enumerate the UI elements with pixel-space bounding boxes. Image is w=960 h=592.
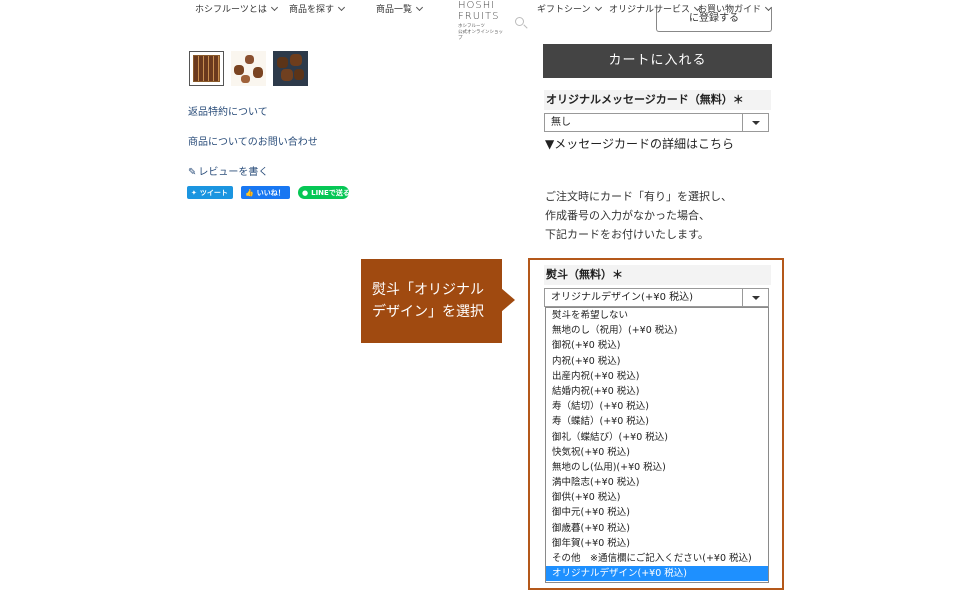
chevron-down-icon: [594, 3, 602, 11]
write-review-link[interactable]: ✎ レビューを書く: [188, 163, 268, 178]
tweet-button[interactable]: ✦ ツイート: [187, 186, 233, 199]
top-nav: ホシフルーツとは 商品を探す 商品一覧 HOSHI FRUITS ホシフルーツ …: [0, 0, 960, 42]
dropdown-option[interactable]: 御中元(+¥0 税込): [546, 505, 768, 520]
return-policy-link[interactable]: 返品特約について: [188, 103, 268, 118]
dropdown-option[interactable]: 寿（結切）(+¥0 税込): [546, 399, 768, 414]
message-card-label: オリジナルメッセージカード（無料）＊: [544, 90, 771, 110]
noshi-select[interactable]: オリジナルデザイン(+¥0 税込): [544, 288, 769, 307]
dropdown-option[interactable]: 内祝(+¥0 税込): [546, 354, 768, 369]
dropdown-option[interactable]: 無地のし（祝用）(+¥0 税込): [546, 323, 768, 338]
line-share-button[interactable]: ● LINEで送る: [298, 186, 350, 199]
dropdown-option[interactable]: 御供(+¥0 税込): [546, 490, 768, 505]
chevron-down-icon: [337, 3, 346, 11]
dropdown-option[interactable]: 快気祝(+¥0 税込): [546, 445, 768, 460]
dropdown-option[interactable]: 御歳暮(+¥0 税込): [546, 521, 768, 536]
noshi-label: 熨斗（無料）＊: [544, 265, 771, 285]
thumbs-up-icon: 👍: [245, 188, 254, 197]
message-card-note: ご注文時にカード「有り」を選択し、 作成番号の入力がなかった場合、 下記カードを…: [545, 190, 732, 241]
add-to-cart-button[interactable]: カートに入れる: [543, 44, 772, 78]
pencil-icon: ✎: [188, 167, 197, 178]
dropdown-option[interactable]: その他 ※通信欄にご記入ください(+¥0 税込): [546, 551, 768, 566]
dropdown-option[interactable]: 御礼（蝶結び）(+¥0 税込): [546, 430, 768, 445]
callout-arrow: [501, 288, 515, 312]
dropdown-option-selected[interactable]: オリジナルデザイン(+¥0 税込): [546, 566, 768, 582]
dropdown-option[interactable]: 結婚内祝(+¥0 税込): [546, 384, 768, 399]
message-card-detail-link[interactable]: ▼メッセージカードの詳細はこちら: [545, 135, 734, 152]
product-thumbnail[interactable]: [231, 51, 266, 86]
register-button[interactable]: に登録する: [656, 8, 772, 32]
site-logo[interactable]: HOSHI FRUITS ホシフルーツ 公式オンラインショップ: [458, 0, 504, 42]
nav-item-product-list[interactable]: 商品一覧: [376, 2, 424, 15]
dropdown-option[interactable]: 熨斗を希望しない: [546, 308, 768, 323]
search-icon[interactable]: [514, 16, 528, 30]
twitter-icon: ✦: [191, 188, 197, 197]
dropdown-option[interactable]: 御祝(+¥0 税込): [546, 338, 768, 353]
line-icon: ●: [302, 188, 309, 197]
chevron-down-icon: [742, 289, 768, 306]
noshi-dropdown-list: 熨斗を希望しない 無地のし（祝用）(+¥0 税込) 御祝(+¥0 税込) 内祝(…: [545, 307, 769, 583]
nav-item-gift-scene[interactable]: ギフトシーン: [537, 2, 602, 15]
dropdown-option[interactable]: 寿（蝶結）(+¥0 税込): [546, 414, 768, 429]
chevron-down-icon: [270, 3, 278, 11]
product-image: [193, 55, 220, 82]
message-card-select[interactable]: 無し: [544, 113, 769, 132]
product-thumbnail[interactable]: [189, 51, 224, 86]
chevron-down-icon: [415, 3, 424, 11]
facebook-like-button[interactable]: 👍 いいね！: [241, 186, 290, 199]
nav-item-about[interactable]: ホシフルーツとは: [195, 2, 278, 15]
dropdown-option[interactable]: 無地のし(仏用)(+¥0 税込): [546, 460, 768, 475]
dropdown-option[interactable]: 出産内祝(+¥0 税込): [546, 369, 768, 384]
callout-box: 熨斗「オリジナル デザイン」を選択: [361, 259, 502, 343]
dropdown-option[interactable]: 満中陰志(+¥0 税込): [546, 475, 768, 490]
product-thumbnail[interactable]: [273, 51, 308, 86]
chevron-down-icon: [742, 114, 768, 131]
product-contact-link[interactable]: 商品についてのお問い合わせ: [188, 133, 318, 148]
nav-item-search-products[interactable]: 商品を探す: [289, 2, 346, 15]
dropdown-option[interactable]: 御年賀(+¥0 税込): [546, 536, 768, 551]
